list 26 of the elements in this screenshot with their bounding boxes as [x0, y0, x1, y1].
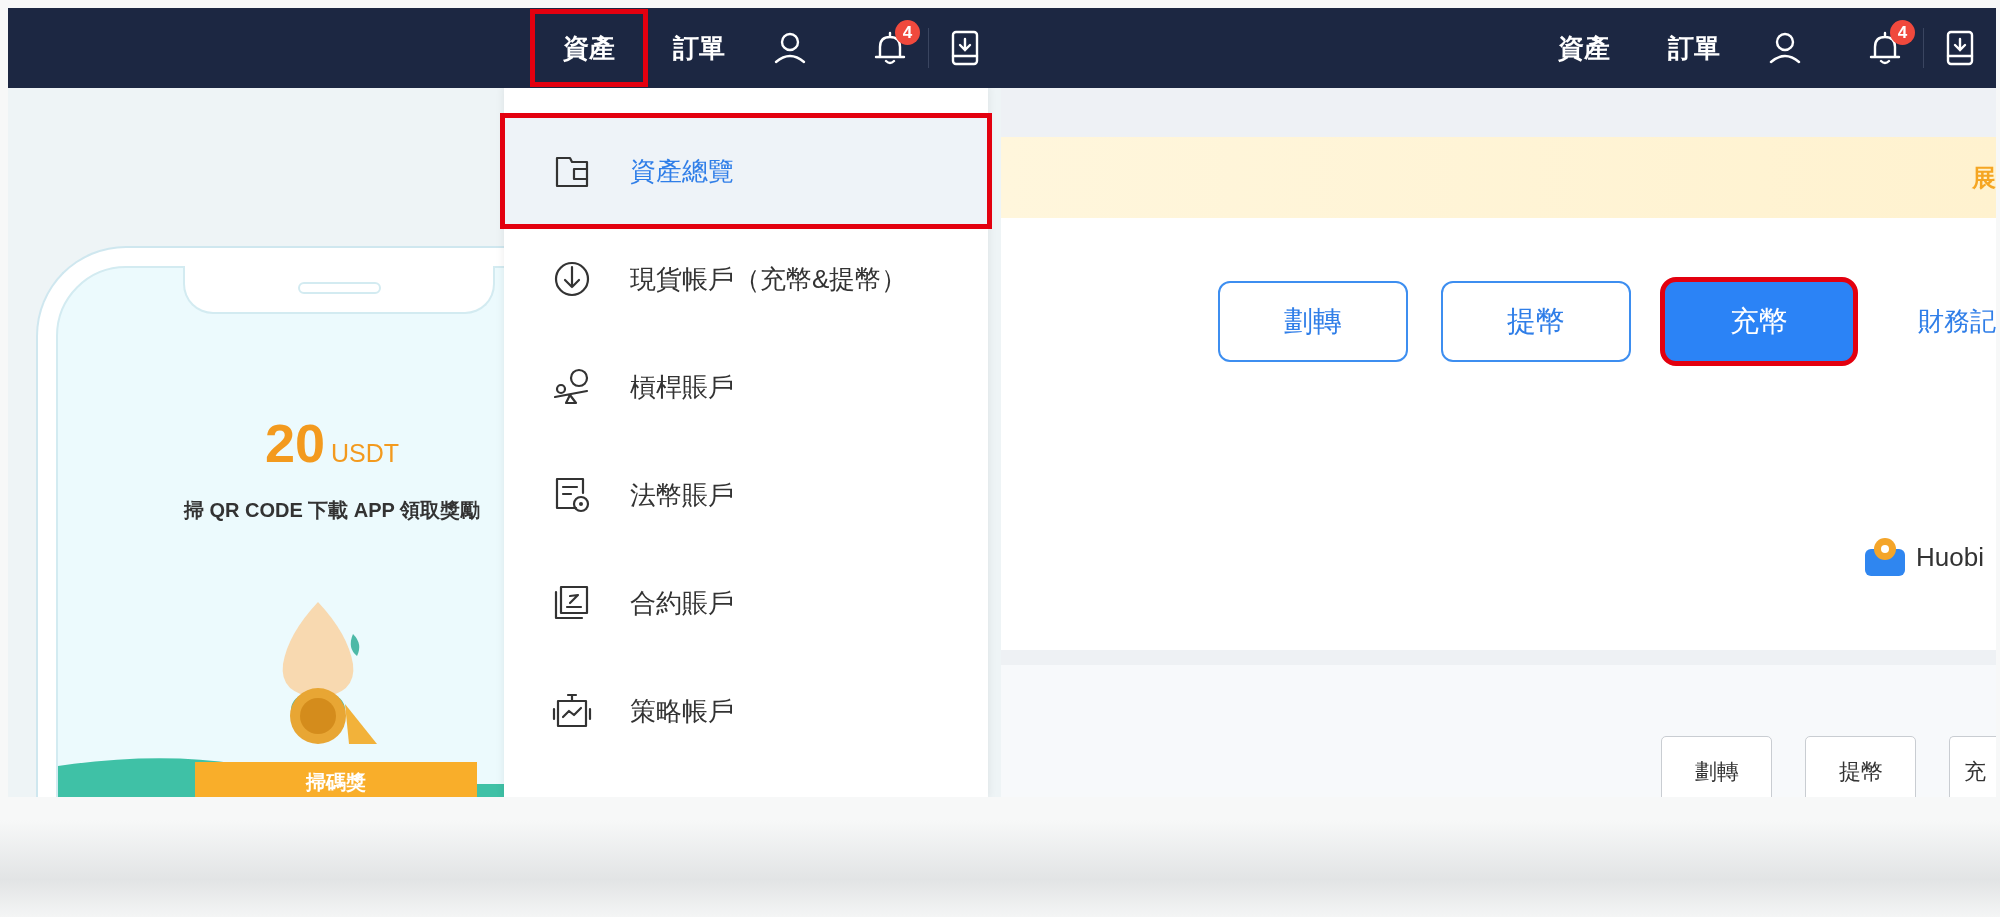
user-icon[interactable] — [772, 30, 808, 66]
menu-item[interactable]: 策略帳戶 — [504, 657, 988, 765]
nav-link[interactable]: 訂單 — [1639, 13, 1749, 83]
action-button[interactable]: 劃轉 — [1661, 736, 1772, 797]
records-link[interactable]: 財務記 — [1918, 302, 1996, 341]
action-button[interactable]: 提幣 — [1805, 736, 1916, 797]
account-name: Huobi — [1916, 540, 1984, 574]
action-button[interactable]: 提幣 — [1441, 281, 1631, 362]
reward-amount: 20 — [264, 416, 325, 470]
wallet-icon — [1864, 537, 1907, 577]
nav-link[interactable]: 資產 — [1529, 13, 1639, 83]
action-button[interactable]: 劃轉 — [1218, 281, 1408, 362]
download-icon — [552, 259, 592, 299]
user-icon[interactable] — [1767, 30, 1803, 66]
menu-item[interactable]: 現貨帳戶（充幣&提幣） — [504, 225, 988, 333]
notification-badge: 4 — [1890, 20, 1915, 45]
menu-item[interactable]: 槓桿賬戶 — [504, 333, 988, 441]
promo-ribbon: 掃碼獎 — [195, 762, 477, 797]
notification-badge: 4 — [895, 20, 920, 45]
reward-unit: USDT — [331, 438, 400, 469]
promo-caption: 掃 QR CODE 下載 APP 領取獎勵 — [183, 497, 481, 523]
action-button[interactable]: 充 — [1949, 736, 1996, 797]
banner-text: 展 — [1972, 162, 1996, 193]
nav-link[interactable]: 訂單 — [644, 13, 754, 83]
menu-item[interactable]: 法幣賬戶 — [504, 441, 988, 549]
menu-item[interactable]: 合約賬戶 — [504, 549, 988, 657]
